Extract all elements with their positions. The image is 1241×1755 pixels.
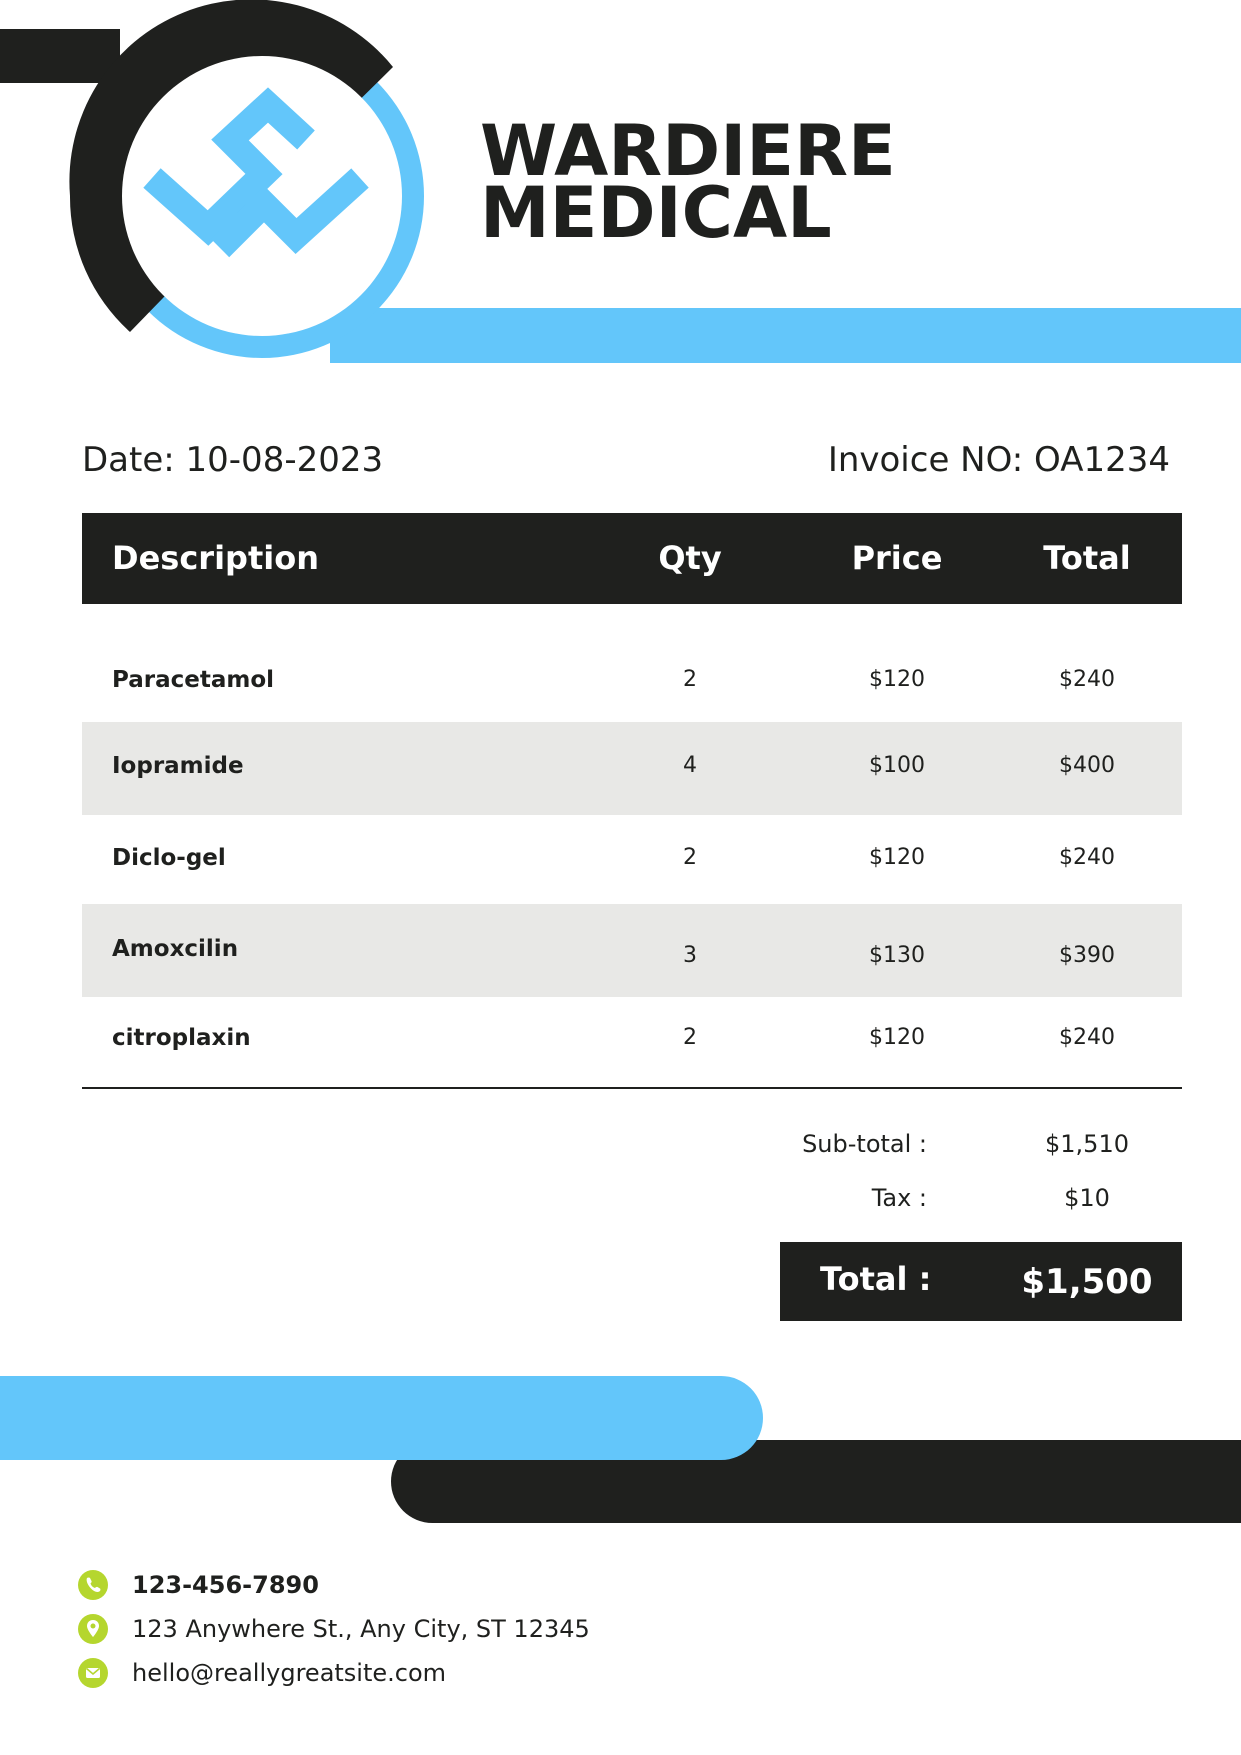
mail-icon <box>78 1658 108 1688</box>
item-total: $400 <box>1059 753 1115 778</box>
item-description: Amoxcilin <box>112 936 239 962</box>
location-pin-icon <box>78 1614 108 1644</box>
phone-number: 123-456-7890 <box>132 1571 319 1599</box>
footer-blue-bar <box>0 1376 763 1460</box>
item-total: $390 <box>1059 943 1115 968</box>
phone-icon <box>78 1570 108 1600</box>
item-qty: 2 <box>683 1025 697 1050</box>
invoice-number: Invoice NO: OA1234 <box>827 440 1170 480</box>
item-price: $120 <box>869 845 925 870</box>
item-description: Paracetamol <box>112 667 275 693</box>
header-total: Total <box>1043 539 1131 577</box>
table-row: Amoxcilin 3 $130 $390 <box>82 904 1182 997</box>
tax-value: $10 <box>1064 1184 1110 1212</box>
item-qty: 4 <box>683 753 697 778</box>
table-row: Iopramide 4 $100 $400 <box>82 722 1182 815</box>
item-total: $240 <box>1059 1025 1115 1050</box>
table-row: Paracetamol 2 $120 $240 <box>82 636 1182 722</box>
table-divider <box>82 1087 1182 1089</box>
item-description: citroplaxin <box>112 1025 251 1051</box>
header-description: Description <box>112 539 319 577</box>
item-total: $240 <box>1059 667 1115 692</box>
item-price: $100 <box>869 753 925 778</box>
header-blue-bar <box>330 308 1241 363</box>
item-qty: 2 <box>683 667 697 692</box>
grand-total-box: Total : $1,500 <box>780 1242 1182 1321</box>
item-price: $120 <box>869 667 925 692</box>
item-price: $130 <box>869 943 925 968</box>
total-value: $1,500 <box>1021 1262 1153 1302</box>
item-qty: 3 <box>683 943 697 968</box>
table-header: Description Qty Price Total <box>82 513 1182 604</box>
header-price: Price <box>851 539 943 577</box>
email-text: hello@reallygreatsite.com <box>132 1659 447 1687</box>
address-text: 123 Anywhere St., Any City, ST 12345 <box>132 1615 590 1643</box>
table-row: citroplaxin 2 $120 $240 <box>82 997 1182 1085</box>
item-description: Diclo-gel <box>112 845 226 871</box>
item-price: $120 <box>869 1025 925 1050</box>
item-description: Iopramide <box>112 753 244 779</box>
invoice-date: Date: 10-08-2023 <box>82 440 384 480</box>
subtotal-label: Sub-total : <box>802 1130 927 1158</box>
table-row: Diclo-gel 2 $120 $240 <box>82 815 1182 904</box>
item-qty: 2 <box>683 845 697 870</box>
logo-icon <box>69 0 424 358</box>
header-qty: Qty <box>658 539 722 577</box>
total-label: Total : <box>820 1260 932 1298</box>
subtotal-value: $1,510 <box>1045 1130 1129 1158</box>
item-total: $240 <box>1059 845 1115 870</box>
tax-label: Tax : <box>871 1184 927 1212</box>
company-name: WARDIERE MEDICAL <box>480 116 896 248</box>
